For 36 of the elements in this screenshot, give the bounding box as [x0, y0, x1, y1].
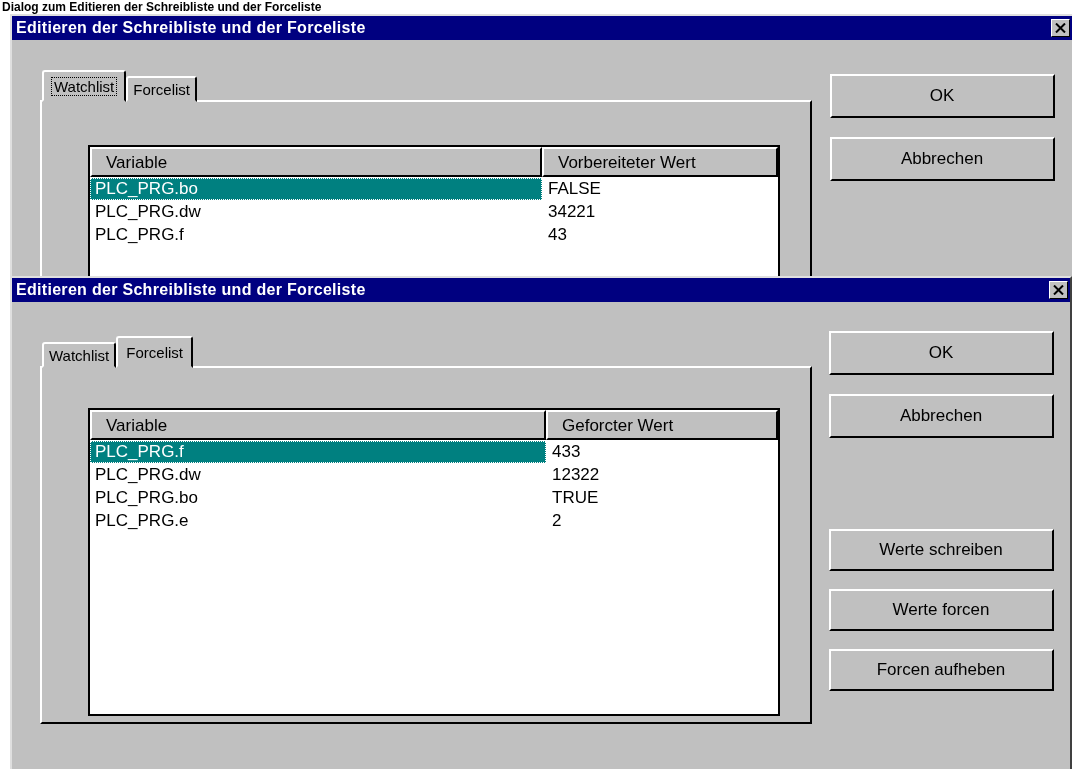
table-cell[interactable]: PLC_PRG.bo: [90, 178, 542, 200]
table-cell[interactable]: PLC_PRG.bo: [90, 487, 546, 509]
window-title: Editieren der Schreibliste und der Forceliste: [16, 19, 366, 37]
table-cell-text: 34221: [547, 201, 597, 223]
column-header[interactable]: Geforcter Wert: [546, 410, 778, 440]
close-button[interactable]: [1051, 19, 1070, 37]
dialog-button[interactable]: Werte forcen: [828, 589, 1054, 631]
dialog-button[interactable]: Werte schreiben: [828, 529, 1054, 571]
tab[interactable]: Forcelist: [116, 336, 193, 368]
close-button[interactable]: [1049, 281, 1068, 299]
table-cell[interactable]: PLC_PRG.e: [90, 510, 546, 532]
dialog-button[interactable]: Abbrechen: [828, 394, 1054, 438]
column-header[interactable]: Vorbereiteter Wert: [542, 147, 778, 177]
table-cell-text: 433: [551, 441, 582, 463]
close-icon: [1055, 23, 1066, 33]
table-cell[interactable]: PLC_PRG.dw: [90, 201, 542, 223]
dialog-button[interactable]: OK: [829, 74, 1055, 118]
table-cell[interactable]: PLC_PRG.f: [90, 441, 546, 463]
figure-caption: Dialog zum Editieren der Schreibliste und der Forceliste: [1, 0, 323, 14]
table-cell[interactable]: PLC_PRG.f: [90, 224, 542, 246]
column-header[interactable]: Variable: [90, 147, 542, 177]
column-header[interactable]: Variable: [90, 410, 546, 440]
window-title: Editieren der Schreibliste und der Forceliste: [16, 281, 366, 299]
tab[interactable]: Watchlist: [42, 342, 117, 368]
dialog-button[interactable]: OK: [828, 331, 1054, 375]
table-cell-text: TRUE: [551, 487, 600, 509]
tab[interactable]: Watchlist: [42, 70, 127, 102]
table-cell-text: 43: [547, 224, 568, 246]
dialog-button[interactable]: Abbrechen: [829, 137, 1055, 181]
table-cell[interactable]: PLC_PRG.dw: [90, 464, 546, 486]
table-cell-text: 12322: [551, 464, 601, 486]
tab[interactable]: Forcelist: [126, 76, 197, 102]
table-cell-text: FALSE: [547, 178, 602, 200]
dialog-button[interactable]: Forcen aufheben: [828, 649, 1054, 691]
table-cell-text: 2: [551, 510, 563, 532]
close-icon: [1053, 285, 1064, 295]
